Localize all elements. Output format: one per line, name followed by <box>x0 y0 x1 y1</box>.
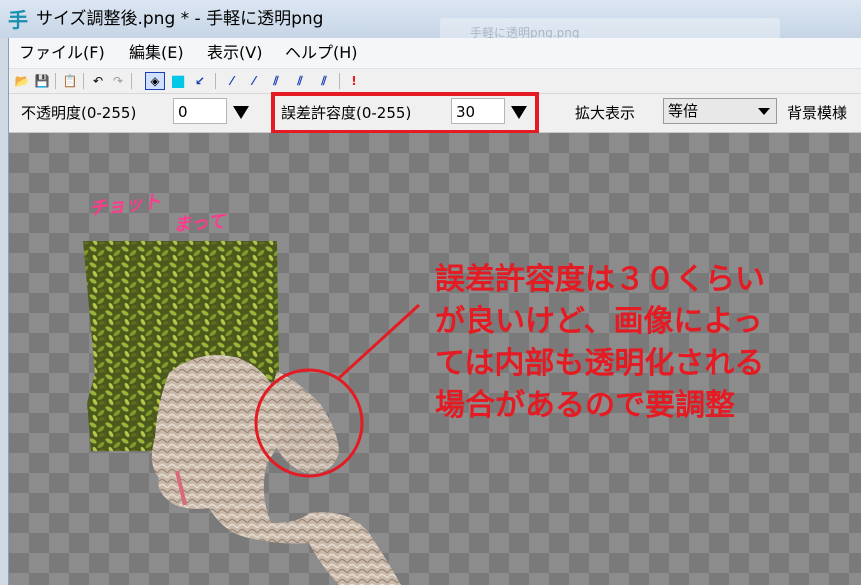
callout-text-line2: が良いけど、画像によっ <box>435 304 763 339</box>
dog-fur-fragment <box>269 371 339 474</box>
handwritten-note-line2: まって <box>172 211 227 236</box>
alert-icon[interactable]: ! <box>345 72 363 90</box>
undo-icon[interactable]: ↶ <box>89 72 107 90</box>
image-canvas[interactable]: チョット まって 誤差許容度は３０くらい が良いけど、画像によっ ては内部も透明… <box>9 133 861 585</box>
menu-help[interactable]: ヘルプ(H) <box>285 42 358 64</box>
zoom-label: 拡大表示 <box>575 104 636 122</box>
app-icon: 手 <box>8 8 28 32</box>
menu-view[interactable]: 表示(V) <box>207 42 262 64</box>
toolbar-separator <box>55 73 56 89</box>
paste-icon[interactable]: 📋 <box>61 72 79 90</box>
callout-text-line3: ては内部も透明化される <box>435 346 765 381</box>
toolbar-separator <box>131 73 132 89</box>
thin-line-icon[interactable]: ⁄ <box>223 72 241 90</box>
dropper-icon[interactable]: ↙ <box>191 72 209 90</box>
redo-icon[interactable]: ↷ <box>109 72 127 90</box>
toolbar-separator <box>83 73 84 89</box>
thickest-line-icon[interactable]: ⫽ <box>315 72 333 90</box>
app-window: ファイル(F) 編集(E) 表示(V) ヘルプ(H) 📂 💾 📋 ↶ ↷ ◈ ■… <box>8 38 861 585</box>
callout-text-line4: 場合があるので要調整 <box>435 388 735 423</box>
save-icon[interactable]: 💾 <box>33 72 51 90</box>
menu-edit[interactable]: 編集(E) <box>129 42 184 64</box>
tolerance-highlight-box <box>271 92 539 134</box>
thin-line-2-icon[interactable]: ⁄ <box>245 72 263 90</box>
open-folder-icon[interactable]: 📂 <box>13 72 31 90</box>
chevron-down-icon <box>758 108 770 115</box>
zoom-select-value: 等倍 <box>668 102 699 120</box>
background-pattern-label: 背景模様 <box>787 104 848 122</box>
toolbar: 📂 💾 📋 ↶ ↷ ◈ ■ ↙ ⁄ ⁄ ⫽ ⫽ ⫽ ! <box>9 69 861 94</box>
opacity-label: 不透明度(0-255) <box>21 104 137 122</box>
toolbar-separator <box>339 73 340 89</box>
callout-pointer <box>337 303 421 380</box>
paint-bucket-icon[interactable]: ◈ <box>145 72 165 90</box>
opacity-input[interactable]: 0 <box>173 98 227 124</box>
color-swatch-icon[interactable]: ■ <box>169 72 187 90</box>
zoom-select[interactable]: 等倍 <box>663 98 777 124</box>
thick-line-icon[interactable]: ⫽ <box>267 72 285 90</box>
callout-text-line1: 誤差許容度は３０くらい <box>435 262 765 297</box>
toolbar-separator <box>215 73 216 89</box>
options-bar: 不透明度(0-255) 0 誤差許容度(0-255) 30 拡大表示 等倍 背景… <box>9 92 861 134</box>
thick-line-2-icon[interactable]: ⫽ <box>291 72 309 90</box>
menu-file[interactable]: ファイル(F) <box>19 42 105 64</box>
window-title: サイズ調整後.png * - 手軽に透明png <box>36 9 324 29</box>
menu-bar: ファイル(F) 編集(E) 表示(V) ヘルプ(H) <box>9 38 861 69</box>
opacity-dropdown-icon[interactable] <box>233 106 249 119</box>
